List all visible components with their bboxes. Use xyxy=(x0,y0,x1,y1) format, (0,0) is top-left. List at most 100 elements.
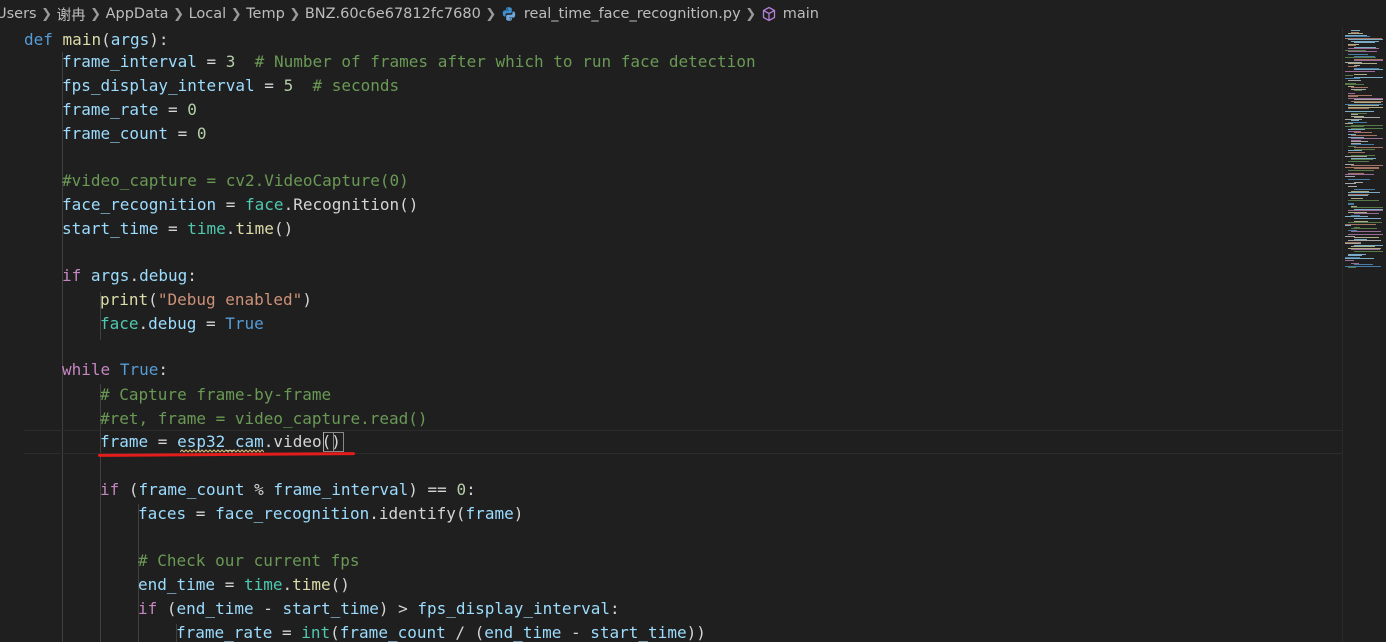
code-line: frame_rate = int(frame_count / (end_time… xyxy=(176,621,706,642)
breadcrumb-item-user-name[interactable]: 谢冉 xyxy=(57,4,86,25)
comment-token: #video_capture = cv2.VideoCapture(0) xyxy=(62,171,409,190)
breadcrumb-item-folder[interactable]: BNZ.60c6e67812fc7680 xyxy=(305,6,481,22)
minimap-line xyxy=(1354,132,1372,133)
punctuation-token: ( xyxy=(101,30,111,49)
code-line: face.debug = True xyxy=(100,312,264,336)
minimap-line xyxy=(1345,259,1354,261)
breadcrumb-symbol-label: main xyxy=(782,6,819,22)
punctuation-token: ): xyxy=(149,30,169,49)
code-line: if (end_time - start_time) > fps_display… xyxy=(138,597,620,621)
constant-token: True xyxy=(225,314,264,333)
operator-token: = xyxy=(272,623,302,642)
code-line: faces = face_recognition.identify(frame) xyxy=(138,502,523,526)
variable-token: end_time xyxy=(138,575,216,594)
comment-token: # seconds xyxy=(312,76,400,95)
chevron-right-icon: ❯ xyxy=(230,6,242,22)
code-line: while True: xyxy=(62,358,168,382)
punctuation-token: ( xyxy=(157,599,177,618)
punctuation-token: ( xyxy=(148,290,158,309)
breadcrumb-file-label: real_time_face_recognition.py xyxy=(523,6,741,22)
punctuation-token: . xyxy=(263,432,274,451)
variable-token: faces xyxy=(138,504,187,523)
minimap-line xyxy=(1348,51,1377,52)
breadcrumb-item-file[interactable]: real_time_face_recognition.py xyxy=(501,6,741,22)
string-token: "Debug enabled" xyxy=(157,290,303,309)
minimap-line xyxy=(1351,231,1381,232)
module-token: time xyxy=(243,575,283,594)
minimap-line xyxy=(1348,169,1374,171)
python-file-icon xyxy=(502,7,516,21)
function-call-token: time xyxy=(235,219,274,238)
code-line: frame_rate = 0 xyxy=(62,98,197,122)
number-token: 0 xyxy=(187,100,197,119)
minimap-line xyxy=(1345,70,1375,72)
punctuation-token: ) xyxy=(513,504,524,523)
punctuation-token: () xyxy=(399,195,419,214)
minimap-line xyxy=(1348,160,1369,162)
minimap-line xyxy=(1348,186,1357,187)
punctuation-token: . xyxy=(282,575,293,594)
number-token: 3 xyxy=(225,52,236,71)
module-token: face xyxy=(245,195,284,214)
code-editor[interactable]: def main(args): frame_interval = 3 # Num… xyxy=(0,28,1342,642)
variable-token: frame_interval xyxy=(273,480,409,499)
breadcrumb-item-appdata[interactable]: AppData xyxy=(106,6,169,22)
minimap-line xyxy=(1345,175,1355,177)
module-token: time xyxy=(187,219,226,238)
punctuation-token: ( xyxy=(330,623,340,642)
operator-token: = xyxy=(167,124,197,143)
punctuation-token: : xyxy=(466,480,476,499)
breadcrumb-item-local[interactable]: Local xyxy=(189,6,227,22)
operator-token: = xyxy=(158,219,188,238)
variable-token: face_recognition xyxy=(62,195,217,214)
variable-token: start_time xyxy=(62,219,159,238)
operator-token: = xyxy=(215,575,244,594)
code-line: frame_interval = 3 # Number of frames af… xyxy=(62,50,756,74)
minimap-line xyxy=(1348,199,1379,201)
operator-token: = xyxy=(216,195,246,214)
operator-token: = xyxy=(148,432,178,451)
attribute-token: debug xyxy=(139,266,188,285)
code-line: #ret, frame = video_capture.read() xyxy=(100,407,428,431)
chevron-right-icon: ❯ xyxy=(485,6,497,22)
operator-token: ) == xyxy=(408,480,457,499)
minimap-line xyxy=(1348,108,1369,109)
code-line: if (frame_count % frame_interval) == 0: xyxy=(100,478,476,502)
punctuation-token: . xyxy=(225,219,236,238)
variable-token: args xyxy=(90,266,130,285)
builtin-class-token: int xyxy=(301,623,331,642)
breadcrumb-item-symbol[interactable]: main xyxy=(761,6,819,22)
punctuation-token: )) xyxy=(686,623,706,642)
variable-token: face_recognition xyxy=(215,504,370,523)
operator-token: - xyxy=(253,599,283,618)
module-token: face xyxy=(100,314,139,333)
code-line: #video_capture = cv2.VideoCapture(0) xyxy=(62,169,409,193)
constant-token: True xyxy=(119,360,159,379)
method-call-token: identify xyxy=(378,504,456,523)
code-line: def main(args): xyxy=(24,28,169,52)
variable-token: frame xyxy=(100,432,149,451)
breadcrumb: Users ❯ 谢冉 ❯ AppData ❯ Local ❯ Temp ❯ BN… xyxy=(0,0,1386,28)
comment-token: #ret, frame = video_capture.read() xyxy=(100,409,428,428)
comment-token: # Capture frame-by-frame xyxy=(100,385,332,404)
parameter-token: args xyxy=(110,30,150,49)
number-token: 0 xyxy=(196,124,207,143)
breadcrumb-item-temp[interactable]: Temp xyxy=(246,6,285,22)
variable-token: frame xyxy=(465,504,514,523)
punctuation-token: ( xyxy=(119,480,139,499)
punctuation-token: : xyxy=(158,360,168,379)
punctuation-token: () xyxy=(273,219,294,238)
minimap[interactable] xyxy=(1342,28,1386,642)
keyword-token: def xyxy=(24,30,53,49)
breadcrumb-item-users[interactable]: Users xyxy=(0,6,37,22)
number-token: 0 xyxy=(456,480,467,499)
control-keyword-token: while xyxy=(62,360,111,379)
code-line: start_time = time.time() xyxy=(62,217,293,241)
function-name-token: main xyxy=(62,30,102,49)
operator-token: = xyxy=(158,100,188,119)
operator-token: = xyxy=(186,504,216,523)
function-call-token: time xyxy=(292,575,331,594)
